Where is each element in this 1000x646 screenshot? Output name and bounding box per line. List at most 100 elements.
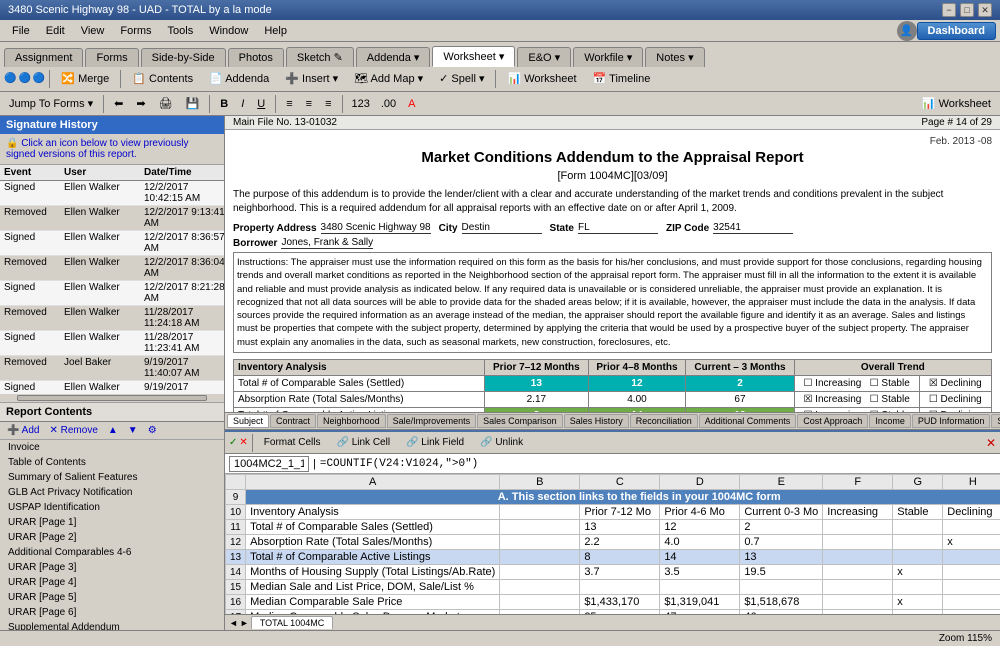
ws-cell[interactable]: x [893, 565, 943, 580]
contents-button[interactable]: 📋 Contents [125, 69, 200, 88]
addmap-button[interactable]: 🗺 Add Map ▾ [347, 69, 430, 88]
rc-down[interactable]: ▼ [125, 424, 141, 437]
doc-tab-pud[interactable]: PUD Information [912, 414, 991, 428]
ws-nav-left[interactable]: ◄ [229, 618, 238, 628]
ws-cell[interactable] [943, 520, 1000, 535]
tab-eo[interactable]: E&O ▾ [517, 47, 571, 67]
ws-cell[interactable]: Total # of Comparable Sales (Settled) [246, 520, 500, 535]
tab-sketch[interactable]: Sketch ✎ [286, 47, 354, 67]
ws-sheet-tab-total[interactable]: TOTAL 1004MC [251, 616, 333, 629]
ws-cell[interactable] [580, 580, 660, 595]
rc-up[interactable]: ▲ [105, 424, 121, 437]
ws-cell[interactable] [943, 595, 1000, 610]
tab-notes[interactable]: Notes ▾ [645, 47, 704, 67]
ws-cell[interactable] [823, 580, 893, 595]
ws-link-cell[interactable]: 🔗 Link Cell [329, 434, 397, 451]
ws-cell[interactable] [943, 580, 1000, 595]
worksheet-button[interactable]: 📊 Worksheet [500, 69, 583, 88]
ws-cell[interactable]: Months of Housing Supply (Total Listings… [246, 565, 500, 580]
doc-tab-sale[interactable]: Sale/Improvements [387, 414, 477, 428]
ws-cell[interactable]: Declining [943, 505, 1000, 520]
cell-ref-input[interactable] [229, 456, 309, 472]
ws-cancel[interactable]: ✕ [239, 437, 247, 448]
ws-cell[interactable] [660, 580, 740, 595]
ws-cell[interactable]: 8 [580, 550, 660, 565]
ws-cell[interactable]: Prior 7-12 Mo [580, 505, 660, 520]
ws-cell[interactable] [500, 505, 580, 520]
ws-cell[interactable]: 13 [740, 550, 823, 565]
tab-worksheet[interactable]: Worksheet ▾ [432, 46, 515, 67]
rc-item[interactable]: USPAP Identification [0, 500, 224, 515]
ws-cell[interactable] [823, 550, 893, 565]
ws-cell[interactable]: x [943, 610, 1000, 615]
ws-cell[interactable]: Current 0-3 Mo [740, 505, 823, 520]
menu-forms[interactable]: Forms [112, 23, 159, 39]
doc-tab-sigs[interactable]: Signatures [991, 414, 1000, 428]
ws-format-cells[interactable]: Format Cells [257, 434, 328, 451]
fmt-btn-1[interactable]: ⬅ [109, 95, 128, 112]
ws-cell[interactable] [500, 580, 580, 595]
doc-tab-contract[interactable]: Contract [270, 414, 316, 428]
close-button[interactable]: ✕ [978, 3, 992, 17]
ws-cell[interactable]: Median Comparable Sales Days on Market [246, 610, 500, 615]
ws-cell[interactable]: $1,433,170 [580, 595, 660, 610]
ws-link-field[interactable]: 🔗 Link Field [399, 434, 471, 451]
ws-cell[interactable] [823, 535, 893, 550]
menu-file[interactable]: File [4, 23, 38, 39]
ws-cell[interactable]: 13 [580, 520, 660, 535]
ws-cell[interactable] [943, 565, 1000, 580]
menu-window[interactable]: Window [201, 23, 256, 39]
underline-button[interactable]: U [252, 96, 270, 112]
minimize-button[interactable]: − [942, 3, 956, 17]
doc-tab-subject[interactable]: Subject [227, 414, 269, 428]
ws-cell[interactable]: $1,319,041 [660, 595, 740, 610]
ws-cell[interactable] [893, 550, 943, 565]
rc-settings[interactable]: ⚙ [145, 424, 160, 437]
rc-item[interactable]: URAR [Page 4] [0, 575, 224, 590]
doc-tab-cost[interactable]: Cost Approach [797, 414, 868, 428]
doc-tab-salescomp[interactable]: Sales Comparison [477, 414, 563, 428]
ws-cell[interactable] [823, 565, 893, 580]
font-color-button[interactable]: A [403, 96, 420, 112]
tab-photos[interactable]: Photos [228, 48, 284, 67]
timeline-button[interactable]: 📅 Timeline [586, 69, 658, 88]
ws-grid-container[interactable]: A B C D E F G H Ti 9 [225, 474, 1000, 614]
user-avatar[interactable]: 👤 [897, 21, 917, 41]
rc-item[interactable]: Supplemental Addendum [0, 620, 224, 630]
fmt-btn-4[interactable]: 💾 [181, 95, 205, 112]
ws-cell[interactable]: Prior 4-6 Mo [660, 505, 740, 520]
doc-tab-neighborhood[interactable]: Neighborhood [317, 414, 386, 428]
rc-item[interactable]: Additional Comparables 4-6 [0, 545, 224, 560]
ws-cell[interactable]: 25 [580, 610, 660, 615]
doc-tab-addl[interactable]: Additional Comments [699, 414, 797, 428]
sidebar-scrollbar[interactable] [0, 394, 224, 402]
tab-addenda[interactable]: Addenda ▾ [356, 47, 431, 67]
fmt-btn-3[interactable]: 🖨 [154, 95, 178, 112]
ws-cell[interactable]: Median Sale and List Price, DOM, Sale/Li… [246, 580, 500, 595]
ws-cell[interactable]: Stable [893, 505, 943, 520]
ws-cell[interactable] [823, 595, 893, 610]
rc-item[interactable]: Invoice [0, 440, 224, 455]
ws-cell[interactable]: 2 [740, 520, 823, 535]
ws-cell[interactable]: x [893, 595, 943, 610]
ws-cell[interactable]: 47 [660, 610, 740, 615]
ws-cell[interactable] [500, 595, 580, 610]
ws-cell[interactable]: $1,518,678 [740, 595, 823, 610]
ws-cell[interactable] [500, 565, 580, 580]
ws-cell[interactable]: 0.7 [740, 535, 823, 550]
ws-cell[interactable] [823, 610, 893, 615]
rc-add[interactable]: ➕ Add [4, 424, 42, 437]
ws-cell[interactable]: 12 [660, 520, 740, 535]
ws-cell[interactable]: 4.0 [660, 535, 740, 550]
doc-tab-saleshist[interactable]: Sales History [564, 414, 629, 428]
tab-forms[interactable]: Forms [85, 48, 138, 67]
menu-tools[interactable]: Tools [160, 23, 202, 39]
ws-cell[interactable]: 46 [740, 610, 823, 615]
menu-edit[interactable]: Edit [38, 23, 73, 39]
jump-to-button[interactable]: Jump To Forms ▾ [4, 95, 98, 112]
ws-icon-btn[interactable]: 📊 Worksheet [917, 95, 996, 112]
ws-cell[interactable] [500, 610, 580, 615]
align-left-button[interactable]: ≡ [281, 96, 297, 112]
ws-cell[interactable]: 2.2 [580, 535, 660, 550]
rc-item[interactable]: URAR [Page 1] [0, 515, 224, 530]
